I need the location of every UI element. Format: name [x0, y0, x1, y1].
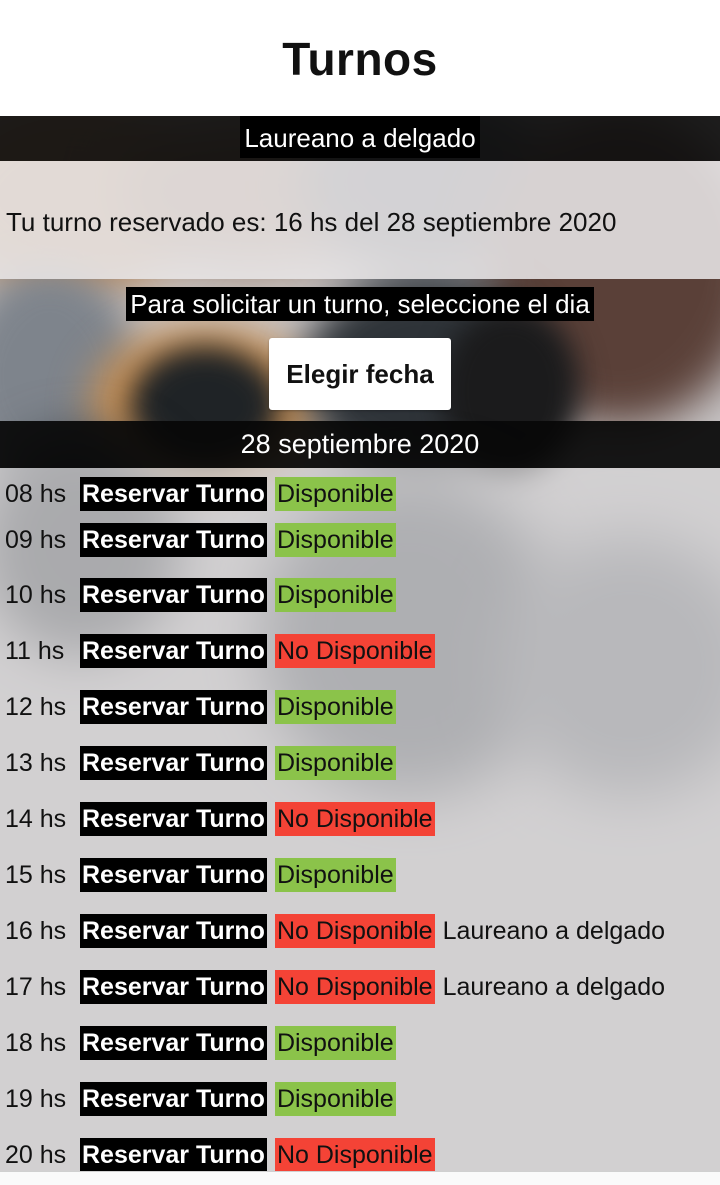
- slot-hour: 12 hs: [5, 692, 67, 721]
- selected-date: 28 septiembre 2020: [0, 421, 720, 468]
- user-name-bar: Laureano a delgado: [0, 116, 720, 161]
- time-slot-row: 08 hs Reservar Turno Disponible: [0, 477, 396, 511]
- reserve-slot-button[interactable]: Reservar Turno: [80, 1026, 267, 1060]
- slot-hour: 10 hs: [5, 580, 67, 609]
- user-name: Laureano a delgado: [240, 116, 480, 158]
- reserve-slot-button[interactable]: Reservar Turno: [80, 1138, 267, 1171]
- time-slot-row: 09 hs Reservar Turno Disponible: [0, 523, 396, 557]
- slot-status-badge: No Disponible: [274, 970, 435, 1004]
- instructions-text: Para solicitar un turno, seleccione el d…: [126, 287, 594, 321]
- reserve-slot-button[interactable]: Reservar Turno: [80, 858, 267, 892]
- reserve-slot-button[interactable]: Reservar Turno: [80, 477, 267, 511]
- reserve-slot-button[interactable]: Reservar Turno: [80, 970, 267, 1004]
- app-header: Turnos: [0, 0, 720, 116]
- slot-status-badge: Disponible: [274, 690, 396, 724]
- slot-hour: 18 hs: [5, 1028, 67, 1057]
- slot-hour: 17 hs: [5, 972, 67, 1001]
- time-slot-row: 13 hs Reservar Turno Disponible: [0, 746, 396, 780]
- reserve-slot-button[interactable]: Reservar Turno: [80, 746, 267, 780]
- time-slot-row: 10 hs Reservar Turno Disponible: [0, 578, 396, 612]
- slot-owner: Laureano a delgado: [442, 916, 666, 945]
- reserve-slot-button[interactable]: Reservar Turno: [80, 914, 267, 948]
- slot-owner: Laureano a delgado: [442, 972, 666, 1001]
- slot-status-badge: Disponible: [274, 578, 396, 612]
- choose-date-button[interactable]: Elegir fecha: [269, 338, 451, 410]
- reserve-slot-button[interactable]: Reservar Turno: [80, 802, 267, 836]
- reserve-slot-button[interactable]: Reservar Turno: [80, 1082, 267, 1116]
- slot-hour: 13 hs: [5, 748, 67, 777]
- time-slot-row: 15 hs Reservar Turno Disponible: [0, 858, 396, 892]
- slot-status-badge: Disponible: [274, 523, 396, 557]
- reserve-slot-button[interactable]: Reservar Turno: [80, 634, 267, 668]
- slot-hour: 14 hs: [5, 804, 67, 833]
- slot-hour: 19 hs: [5, 1084, 67, 1113]
- slot-status-badge: No Disponible: [274, 914, 435, 948]
- slot-hour: 20 hs: [5, 1140, 67, 1169]
- slot-hour: 11 hs: [5, 636, 65, 665]
- time-slot-row: 16 hs Reservar Turno No Disponible Laureano…: [0, 914, 665, 948]
- reserve-slot-button[interactable]: Reservar Turno: [80, 690, 267, 724]
- reservation-text: Tu turno reservado es: 16 hs del 28 sept…: [6, 207, 617, 237]
- slot-status-badge: Disponible: [274, 1082, 396, 1116]
- time-slot-row: 12 hs Reservar Turno Disponible: [0, 690, 396, 724]
- reserve-slot-button[interactable]: Reservar Turno: [80, 523, 267, 557]
- time-slot-row: 14 hs Reservar Turno No Disponible: [0, 802, 435, 836]
- bottom-edge: [0, 1171, 720, 1185]
- reserve-slot-button[interactable]: Reservar Turno: [80, 578, 267, 612]
- time-slot-row: 20 hs Reservar Turno No Disponible: [0, 1138, 435, 1171]
- instructions: Para solicitar un turno, seleccione el d…: [0, 287, 720, 321]
- slot-status-badge: Disponible: [274, 477, 396, 511]
- time-slot-row: 17 hs Reservar Turno No Disponible Laureano…: [0, 970, 665, 1004]
- page-title: Turnos: [282, 33, 438, 85]
- slot-hour: 16 hs: [5, 916, 67, 945]
- slot-hour: 08 hs: [5, 479, 67, 508]
- slot-status-badge: Disponible: [274, 1026, 396, 1060]
- reservation-panel: Tu turno reservado es: 16 hs del 28 sept…: [0, 161, 720, 279]
- slot-status-badge: Disponible: [274, 858, 396, 892]
- slot-hour: 09 hs: [5, 525, 67, 554]
- main-content: Laureano a delgado Tu turno reservado es…: [0, 116, 720, 1171]
- slot-status-badge: No Disponible: [274, 802, 435, 836]
- slot-status-badge: No Disponible: [274, 634, 435, 668]
- time-slot-row: 11 hs Reservar Turno No Disponible: [0, 634, 435, 668]
- time-slot-row: 19 hs Reservar Turno Disponible: [0, 1082, 396, 1116]
- slot-status-badge: No Disponible: [274, 1138, 435, 1171]
- slot-hour: 15 hs: [5, 860, 67, 889]
- time-slot-row: 18 hs Reservar Turno Disponible: [0, 1026, 396, 1060]
- slot-status-badge: Disponible: [274, 746, 396, 780]
